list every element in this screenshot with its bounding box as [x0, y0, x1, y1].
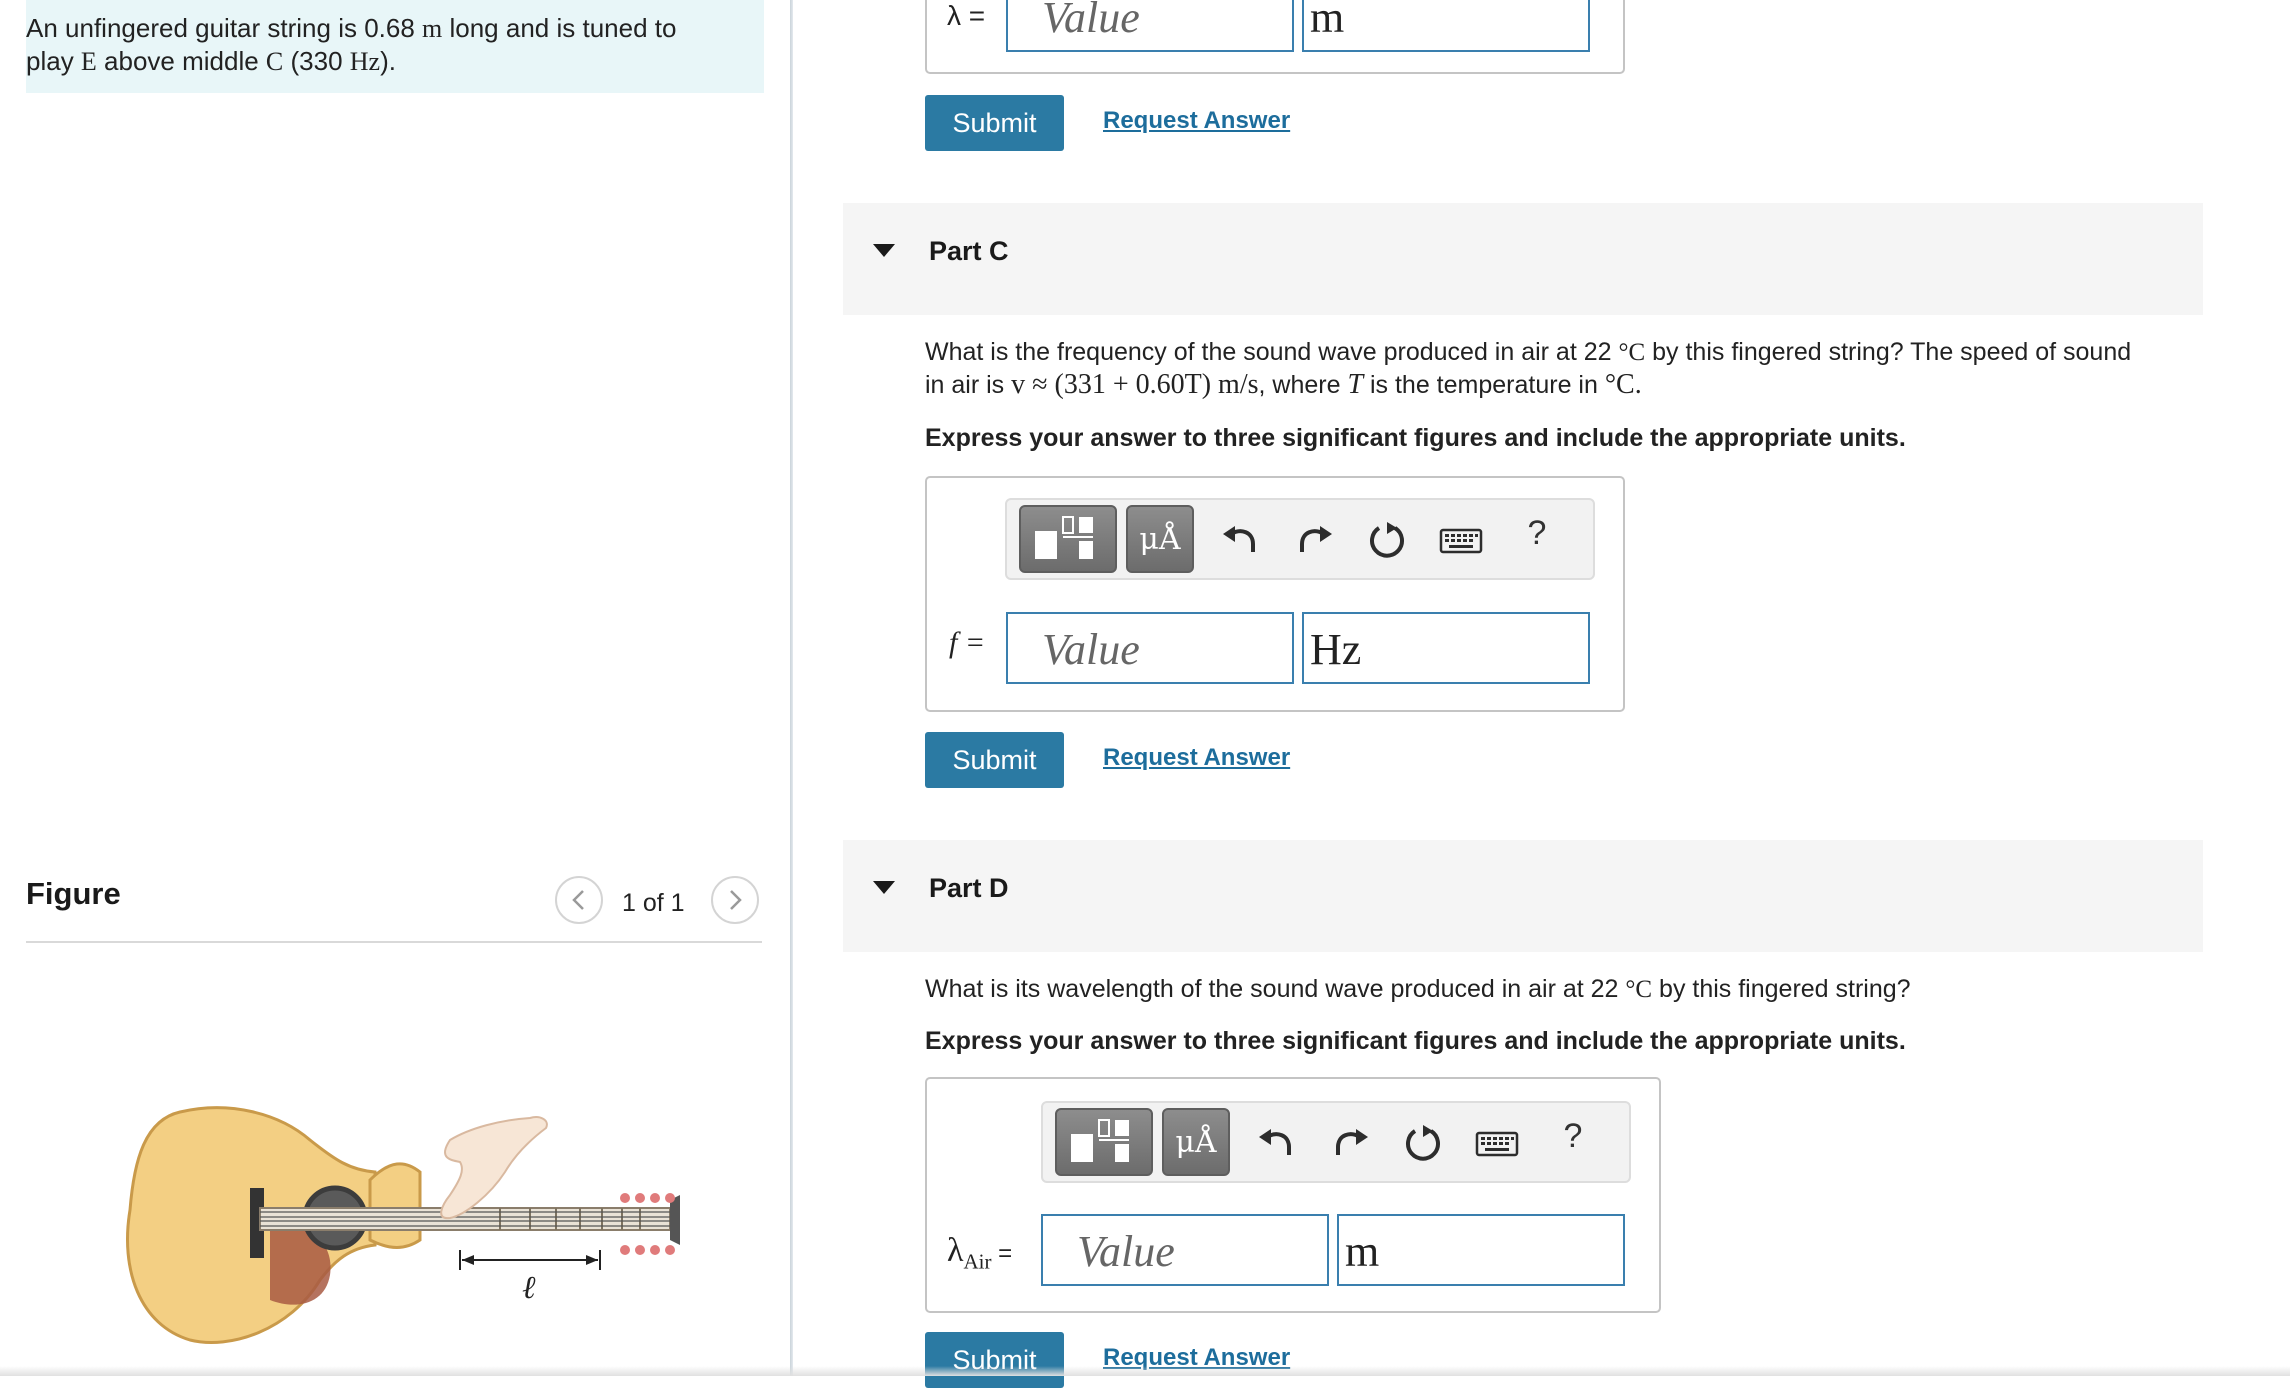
part-c-answer-box: μÅ ? f = Value Hz [925, 476, 1625, 712]
undo-icon[interactable] [1219, 518, 1263, 562]
part-d-value-field[interactable]: Value [1041, 1214, 1329, 1286]
part-c-submit-button[interactable]: Submit [925, 732, 1064, 788]
caret-down-icon [873, 244, 895, 257]
part-d-header[interactable]: Part D [843, 840, 2203, 952]
undo-icon[interactable] [1255, 1121, 1299, 1165]
part-c-instruction: Express your answer to three significant… [925, 424, 1906, 452]
templates-icon [1071, 1119, 1129, 1162]
part-d-title: Part D [929, 873, 1009, 903]
templates-button[interactable] [1019, 505, 1117, 573]
part-b-variable-label: λ = [947, 0, 986, 31]
length-label: ℓ [522, 1269, 536, 1305]
part-b-request-answer-link[interactable]: Request Answer [1103, 107, 1290, 135]
part-d-answer-box: μÅ ? λAir = Value m [925, 1077, 1661, 1313]
help-icon[interactable]: ? [1553, 1117, 1593, 1156]
figure-counter: 1 of 1 [622, 889, 685, 917]
left-pane: An unfingered guitar string is 0.68 m lo… [0, 0, 790, 1376]
part-d-toolbar: μÅ ? [1041, 1101, 1631, 1183]
keyboard-icon[interactable] [1475, 1121, 1519, 1165]
reset-icon[interactable] [1365, 518, 1409, 562]
units-button[interactable]: μÅ [1126, 505, 1194, 573]
guitar-illustration: ℓ [126, 1106, 680, 1344]
units-button[interactable]: μÅ [1162, 1108, 1230, 1176]
part-d-instruction: Express your answer to three significant… [925, 1027, 1906, 1055]
part-c-title: Part C [929, 236, 1009, 266]
help-icon[interactable]: ? [1517, 514, 1557, 553]
part-b-answer-box: λ = Value m [925, 0, 1625, 74]
reset-icon[interactable] [1401, 1121, 1445, 1165]
pane-divider[interactable] [790, 0, 793, 1376]
part-b-unit-field[interactable]: m [1302, 0, 1590, 52]
chevron-left-icon [572, 890, 584, 910]
part-c-request-answer-link[interactable]: Request Answer [1103, 744, 1290, 772]
caret-down-icon [873, 881, 895, 894]
figure-title: Figure [26, 876, 121, 911]
part-d-question: What is its wavelength of the sound wave… [925, 975, 1911, 1003]
part-d-unit-field[interactable]: m [1337, 1214, 1625, 1286]
figure-divider [26, 941, 762, 943]
part-b-value-field[interactable]: Value [1006, 0, 1294, 52]
part-c-unit-field[interactable]: Hz [1302, 612, 1590, 684]
part-c-question: What is the frequency of the sound wave … [925, 338, 2132, 400]
keyboard-icon[interactable] [1439, 518, 1483, 562]
part-c-value-field[interactable]: Value [1006, 612, 1294, 684]
figure-next-button[interactable] [711, 876, 759, 924]
templates-button[interactable] [1055, 1108, 1153, 1176]
figure-prev-button[interactable] [555, 876, 603, 924]
bottom-shade [0, 1366, 2290, 1376]
redo-icon[interactable] [1292, 518, 1336, 562]
templates-icon [1035, 516, 1093, 559]
part-d-submit-button[interactable]: Submit [925, 1332, 1064, 1388]
redo-icon[interactable] [1328, 1121, 1372, 1165]
chevron-right-icon [730, 890, 742, 910]
part-d-variable-label: λAir = [947, 1232, 1013, 1274]
part-c-toolbar: μÅ ? [1005, 498, 1595, 580]
part-b-submit-button[interactable]: Submit [925, 95, 1064, 151]
part-c-header[interactable]: Part C [843, 203, 2203, 315]
problem-statement: An unfingered guitar string is 0.68 m lo… [26, 13, 677, 76]
part-c-variable-label: f = [949, 626, 986, 659]
